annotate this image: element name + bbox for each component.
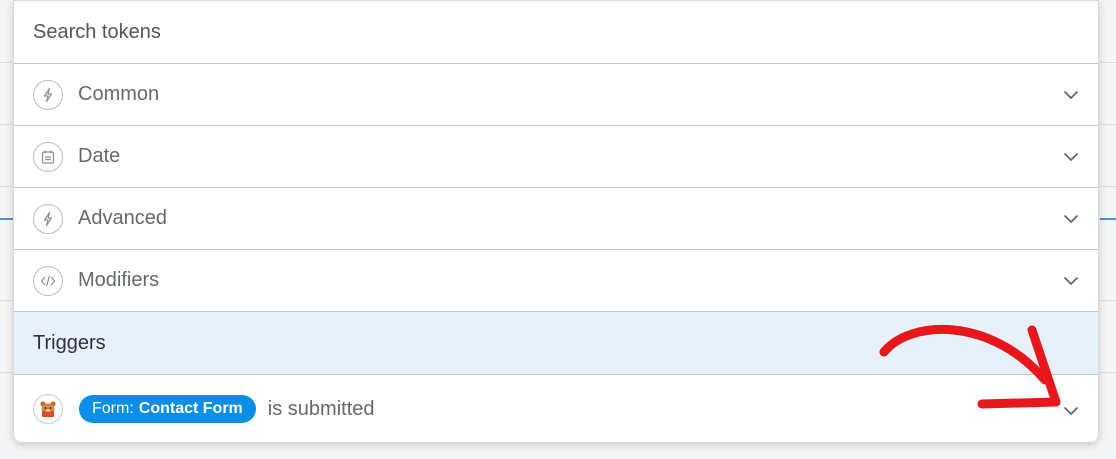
chevron-down-icon[interactable] — [1062, 148, 1080, 166]
search-bar — [14, 1, 1098, 64]
pill-form-name: Contact Form — [138, 400, 243, 417]
trigger-suffix: is submitted — [267, 397, 375, 420]
category-label: Advanced — [78, 207, 167, 229]
wpforms-bear-icon — [33, 394, 63, 424]
category-label: Modifiers — [78, 269, 160, 291]
bg-tab-underline — [0, 218, 14, 220]
category-date[interactable]: Date — [14, 126, 1098, 188]
bg-tab-underline — [1100, 218, 1116, 220]
category-label: Common — [78, 83, 160, 105]
category-common[interactable]: Common — [14, 64, 1098, 126]
chevron-down-icon[interactable] — [1062, 210, 1080, 228]
pill-prefix: Form: — [92, 400, 134, 417]
chevron-down-icon[interactable] — [1062, 86, 1080, 104]
search-tokens-input[interactable] — [33, 20, 1098, 44]
bolt-icon — [33, 79, 63, 110]
category-modifiers[interactable]: Modifiers — [14, 250, 1098, 312]
category-advanced[interactable]: Advanced — [14, 188, 1098, 250]
calendar-icon — [33, 141, 63, 172]
code-icon — [33, 265, 63, 296]
token-picker-dropdown: Common Date Advanced Modifiers — [13, 0, 1099, 443]
triggers-heading: Triggers — [14, 312, 1098, 375]
category-label: Date — [78, 145, 121, 167]
trigger-item[interactable]: Form: Contact Form is submitted — [14, 375, 1098, 442]
chevron-down-icon[interactable] — [1062, 402, 1080, 420]
triggers-heading-label: Triggers — [33, 331, 106, 354]
bolt-icon — [33, 203, 63, 234]
trigger-form-pill[interactable]: Form: Contact Form — [79, 395, 256, 423]
chevron-down-icon[interactable] — [1062, 272, 1080, 290]
